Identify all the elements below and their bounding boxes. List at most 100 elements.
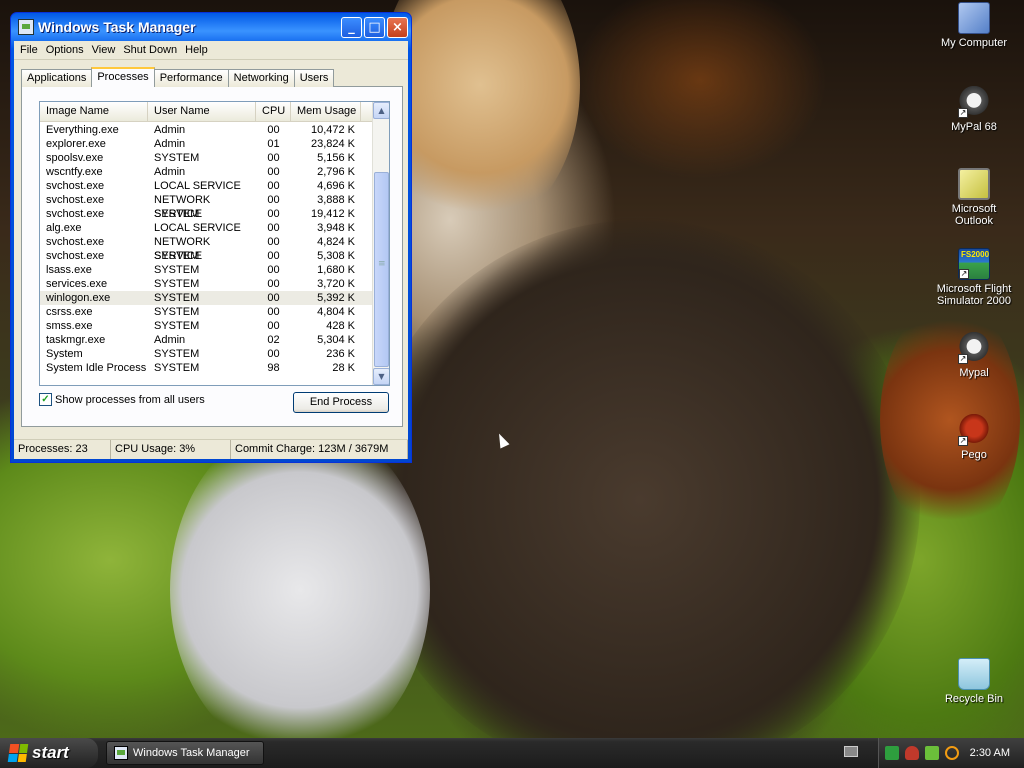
- keyboard-icon[interactable]: [844, 746, 858, 757]
- cell-user-name: Admin: [154, 334, 186, 346]
- table-row[interactable]: alg.exe LOCAL SERVICE 00 3,948 K: [40, 221, 389, 235]
- table-row[interactable]: services.exe SYSTEM 00 3,720 K: [40, 277, 389, 291]
- table-row[interactable]: winlogon.exe SYSTEM 00 5,392 K: [40, 291, 389, 305]
- maximize-button[interactable]: □: [364, 16, 385, 38]
- table-row[interactable]: svchost.exe SYSTEM 00 19,412 K: [40, 207, 389, 221]
- raccoon-icon: ↗: [958, 332, 990, 364]
- cell-cpu: 00: [267, 264, 280, 276]
- scroll-thumb[interactable]: [374, 172, 389, 367]
- table-row[interactable]: csrss.exe SYSTEM 00 4,804 K: [40, 305, 389, 319]
- cell-user-name: SYSTEM: [154, 306, 200, 318]
- menu-view[interactable]: View: [88, 44, 120, 56]
- cell-mem-usage: 5,156 K: [317, 152, 355, 164]
- scroll-up-arrow-icon[interactable]: ▲: [373, 102, 389, 119]
- table-row[interactable]: wscntfy.exe Admin 00 2,796 K: [40, 165, 389, 179]
- desktop-icon-recycle-bin[interactable]: Recycle Bin: [932, 658, 1016, 705]
- column-cpu[interactable]: CPU: [256, 102, 291, 121]
- clock[interactable]: 2:30 AM: [970, 747, 1010, 759]
- taskbar-task-label: Windows Task Manager: [133, 747, 250, 759]
- desktop-icon-label: MyPal 68: [951, 121, 997, 133]
- cell-mem-usage: 19,412 K: [310, 208, 355, 220]
- cell-cpu: 00: [267, 278, 280, 290]
- wallpaper-kitten-chest: [170, 420, 430, 760]
- search-icon[interactable]: [945, 746, 959, 760]
- process-list[interactable]: Image Name User Name CPU Mem Usage Every…: [39, 101, 390, 386]
- taskbar-task-manager[interactable]: Windows Task Manager: [106, 741, 264, 765]
- vertical-scrollbar[interactable]: ▲ ▼: [372, 102, 389, 385]
- cell-cpu: 98: [267, 362, 280, 374]
- tab-networking[interactable]: Networking: [227, 69, 295, 87]
- cell-user-name: SYSTEM: [154, 208, 200, 220]
- desktop-icon-my-computer[interactable]: My Computer: [932, 2, 1016, 49]
- shortcut-arrow-icon: ↗: [958, 108, 968, 118]
- cell-image-name: spoolsv.exe: [46, 152, 104, 164]
- cell-image-name: lsass.exe: [46, 264, 92, 276]
- cell-cpu: 02: [267, 334, 280, 346]
- network-icon[interactable]: [925, 746, 939, 760]
- tab-performance[interactable]: Performance: [153, 69, 229, 87]
- cell-user-name: SYSTEM: [154, 348, 200, 360]
- menu-file[interactable]: File: [16, 44, 42, 56]
- table-row[interactable]: System SYSTEM 00 236 K: [40, 347, 389, 361]
- title-bar[interactable]: Windows Task Manager _ □ ×: [14, 13, 408, 41]
- tab-processes[interactable]: Processes: [91, 67, 155, 87]
- desktop-icon-microsoft-outlook[interactable]: Microsoft Outlook: [932, 168, 1016, 227]
- cell-image-name: csrss.exe: [46, 306, 93, 318]
- processes-panel: Image Name User Name CPU Mem Usage Every…: [21, 86, 403, 427]
- menu-options[interactable]: Options: [42, 44, 88, 56]
- cell-cpu: 00: [267, 194, 280, 206]
- scroll-down-arrow-icon[interactable]: ▼: [373, 368, 389, 385]
- column-mem-usage[interactable]: Mem Usage: [291, 102, 361, 121]
- menu-shut-down[interactable]: Shut Down: [119, 44, 181, 56]
- cell-image-name: svchost.exe: [46, 180, 105, 192]
- table-row[interactable]: svchost.exe SYSTEM 00 5,308 K: [40, 249, 389, 263]
- show-all-processes-checkbox[interactable]: ✓ Show processes from all users: [39, 393, 205, 406]
- status-commit-charge: Commit Charge: 123M / 3679M: [231, 440, 408, 459]
- desktop-icon-pego[interactable]: ↗ Pego: [932, 414, 1016, 461]
- desktop-icon-mypal[interactable]: ↗ Mypal: [932, 332, 1016, 379]
- table-row[interactable]: lsass.exe SYSTEM 00 1,680 K: [40, 263, 389, 277]
- desktop-icon-label: My Computer: [940, 37, 1008, 49]
- cell-user-name: Admin: [154, 138, 186, 150]
- table-row[interactable]: explorer.exe Admin 01 23,824 K: [40, 137, 389, 151]
- window-client: File Options View Shut Down Help Image N…: [14, 41, 408, 459]
- table-row[interactable]: taskmgr.exe Admin 02 5,304 K: [40, 333, 389, 347]
- task-manager-window[interactable]: Windows Task Manager _ □ × File Options …: [10, 12, 412, 463]
- tab-users[interactable]: Users: [293, 69, 335, 87]
- security-shield-icon[interactable]: [905, 746, 919, 760]
- cell-mem-usage: 3,888 K: [317, 194, 355, 206]
- cell-user-name: SYSTEM: [154, 362, 200, 374]
- list-header: Image Name User Name CPU Mem Usage: [40, 102, 389, 122]
- tray-monitor-icon[interactable]: [885, 746, 899, 760]
- checkbox-check-icon[interactable]: ✓: [39, 393, 52, 406]
- minimize-button[interactable]: _: [341, 16, 362, 38]
- cell-user-name: NETWORK SERVICE: [154, 236, 211, 262]
- desktop-icon-mypal-68[interactable]: ↗ MyPal 68: [932, 86, 1016, 133]
- end-process-button[interactable]: End Process: [293, 392, 389, 413]
- recycle-bin-icon: [958, 658, 990, 690]
- column-image-name[interactable]: Image Name: [40, 102, 148, 121]
- cell-image-name: System: [46, 348, 83, 360]
- cell-cpu: 00: [267, 348, 280, 360]
- column-user-name[interactable]: User Name: [148, 102, 256, 121]
- table-row[interactable]: smss.exe SYSTEM 00 428 K: [40, 319, 389, 333]
- table-row[interactable]: svchost.exe NETWORK SERVICE 00 4,824 K: [40, 235, 389, 262]
- start-button[interactable]: start: [0, 738, 98, 768]
- menu-help[interactable]: Help: [181, 44, 212, 56]
- desktop-icon-label: Microsoft Outlook: [951, 203, 997, 227]
- table-row[interactable]: Everything.exe Admin 00 10,472 K: [40, 123, 389, 137]
- table-row[interactable]: System Idle Process SYSTEM 98 28 K: [40, 361, 389, 375]
- tab-applications[interactable]: Applications: [21, 69, 93, 87]
- table-row[interactable]: spoolsv.exe SYSTEM 00 5,156 K: [40, 151, 389, 165]
- table-row[interactable]: svchost.exe NETWORK SERVICE 00 3,888 K: [40, 193, 389, 220]
- cell-cpu: 00: [267, 236, 280, 248]
- cell-user-name: SYSTEM: [154, 264, 200, 276]
- table-row[interactable]: svchost.exe LOCAL SERVICE 00 4,696 K: [40, 179, 389, 193]
- cell-image-name: winlogon.exe: [46, 292, 111, 304]
- cell-mem-usage: 3,948 K: [317, 222, 355, 234]
- cell-mem-usage: 236 K: [326, 348, 355, 360]
- desktop-icon-flight-simulator[interactable]: FS2000 ↗ Microsoft Flight Simulator 2000: [932, 248, 1016, 307]
- cell-mem-usage: 1,680 K: [317, 264, 355, 276]
- cell-mem-usage: 10,472 K: [310, 124, 355, 136]
- close-button[interactable]: ×: [387, 16, 408, 38]
